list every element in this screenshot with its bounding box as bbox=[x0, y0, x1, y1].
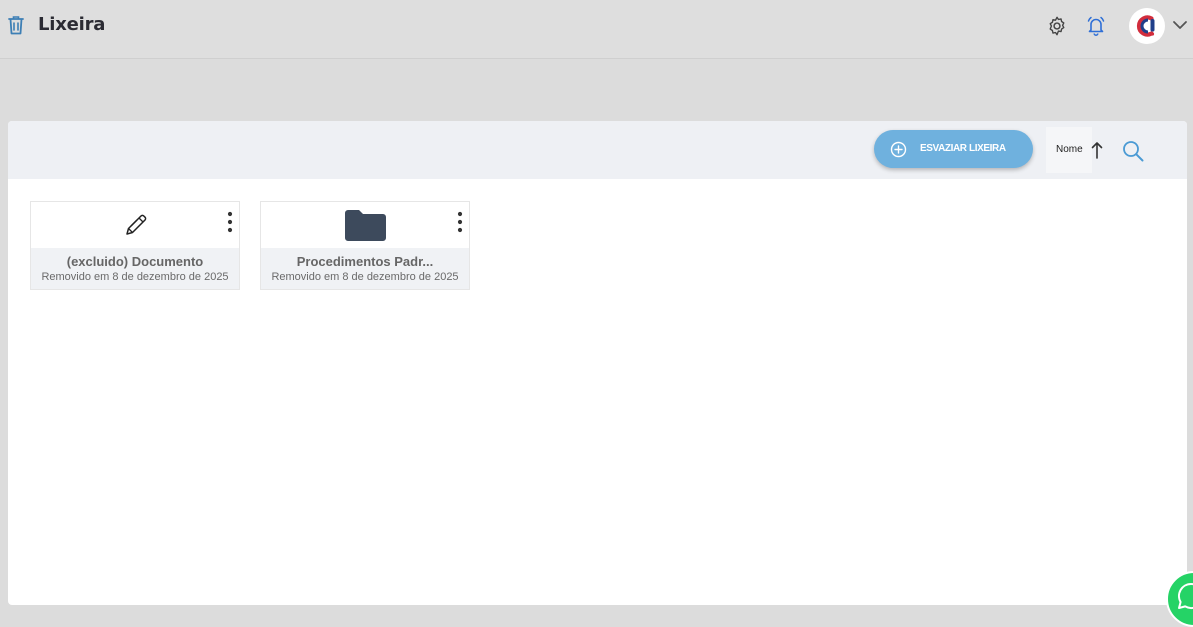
brand-logo-icon bbox=[1136, 15, 1155, 37]
sort-field-select[interactable]: Nome bbox=[1046, 127, 1092, 173]
toolbar: ESVAZIAR LIXEIRA Nome bbox=[8, 121, 1187, 179]
item-thumbnail bbox=[261, 202, 469, 248]
more-options-icon[interactable] bbox=[457, 211, 463, 233]
pencil-icon bbox=[126, 214, 147, 235]
trash-icon bbox=[8, 16, 24, 35]
trash-panel: ESVAZIAR LIXEIRA Nome (excluido) Documen… bbox=[8, 121, 1187, 605]
folder-icon bbox=[345, 210, 386, 241]
item-name: Procedimentos Padr... bbox=[296, 254, 434, 269]
bell-icon[interactable] bbox=[1086, 15, 1106, 37]
empty-trash-button[interactable]: ESVAZIAR LIXEIRA bbox=[874, 130, 1033, 168]
trash-item-card[interactable]: (excluido) Documento Removido em 8 de de… bbox=[30, 201, 240, 290]
top-bar: Lixeira bbox=[0, 0, 1193, 59]
plus-circle-icon bbox=[890, 141, 907, 158]
search-icon[interactable] bbox=[1122, 140, 1144, 162]
trash-item-card[interactable]: Procedimentos Padr... Removido em 8 de d… bbox=[260, 201, 470, 290]
item-removed-date: Removido em 8 de dezembro de 2025 bbox=[271, 271, 459, 283]
item-removed-date: Removido em 8 de dezembro de 2025 bbox=[41, 271, 229, 283]
item-thumbnail bbox=[31, 202, 239, 248]
avatar[interactable] bbox=[1129, 8, 1165, 44]
empty-trash-label: ESVAZIAR LIXEIRA bbox=[920, 143, 1006, 154]
page-title: Lixeira bbox=[38, 14, 106, 35]
item-name: (excluido) Documento bbox=[66, 254, 204, 269]
more-options-icon[interactable] bbox=[227, 211, 233, 233]
chevron-down-icon[interactable] bbox=[1172, 18, 1188, 32]
gear-icon[interactable] bbox=[1046, 15, 1068, 37]
sort-ascending-icon[interactable] bbox=[1091, 141, 1103, 159]
sort-field-label: Nome bbox=[1056, 144, 1083, 155]
whatsapp-icon bbox=[1178, 582, 1193, 609]
